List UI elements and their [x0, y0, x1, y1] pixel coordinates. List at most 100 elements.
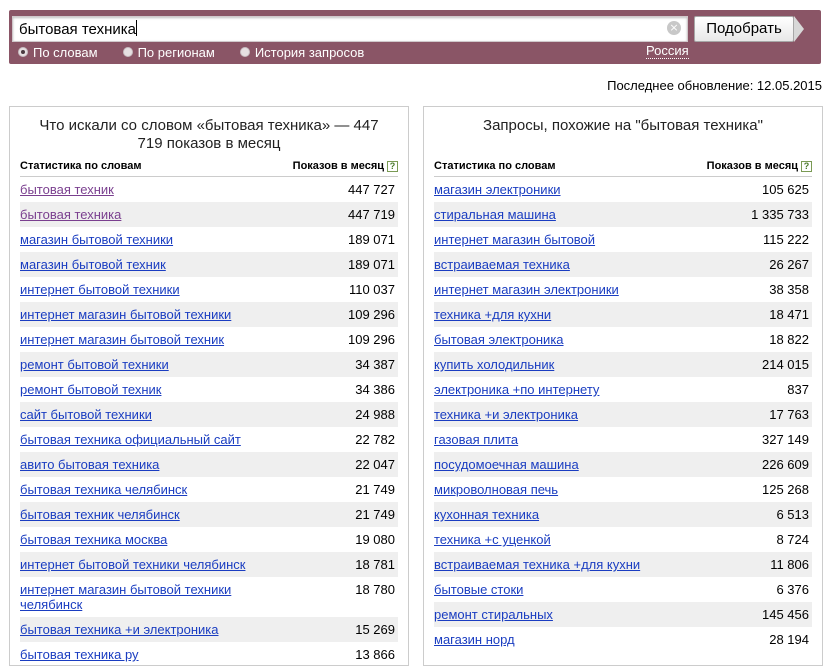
- table-row: магазин норд 28 194: [434, 627, 812, 652]
- table-row: техника +и электроника 17 763: [434, 402, 812, 427]
- phrase-link[interactable]: авито бытовая техника: [20, 457, 270, 472]
- impressions-count: 24 988: [355, 407, 395, 422]
- impressions-count: 189 071: [348, 232, 395, 247]
- submit-button[interactable]: Подобрать: [694, 16, 794, 42]
- phrase-link[interactable]: интернет бытовой техники челябинск: [20, 557, 270, 572]
- phrase-link[interactable]: ремонт стиральных: [434, 607, 684, 622]
- phrase-link[interactable]: интернет магазин электроники: [434, 282, 684, 297]
- radio-label: По регионам: [137, 44, 215, 60]
- table-row: бытовая техника москва 19 080: [20, 527, 398, 552]
- table-row: интернет магазин бытовой техники челябин…: [20, 577, 398, 617]
- impressions-count: 28 194: [769, 632, 809, 647]
- impressions-count: 18 781: [355, 557, 395, 572]
- impressions-count: 15 269: [355, 622, 395, 637]
- phrase-link[interactable]: встраиваемая техника: [434, 257, 684, 272]
- phrase-link[interactable]: микроволновая печь: [434, 482, 684, 497]
- table-row: бытовая техник челябинск 21 749: [20, 502, 398, 527]
- phrase-link[interactable]: посудомоечная машина: [434, 457, 684, 472]
- phrase-link[interactable]: техника +для кухни: [434, 307, 684, 322]
- radio-label: История запросов: [254, 44, 365, 60]
- last-update: Последнее обновление: 12.05.2015: [607, 78, 822, 93]
- radio-label: По словам: [33, 44, 98, 60]
- impressions-count: 109 296: [348, 332, 395, 347]
- table-row: магазин бытовой техник 189 071: [20, 252, 398, 277]
- radio-by-words[interactable]: По словам: [18, 44, 98, 60]
- table-row: бытовая техника 447 719: [20, 202, 398, 227]
- phrase-link[interactable]: бытовая техника официальный сайт: [20, 432, 270, 447]
- phrase-link[interactable]: сайт бытовой техники: [20, 407, 270, 422]
- phrase-link[interactable]: бытовая техник челябинск: [20, 507, 270, 522]
- phrase-link[interactable]: магазин бытовой техник: [20, 257, 270, 272]
- impressions-count: 19 080: [355, 532, 395, 547]
- impressions-count: 145 456: [762, 607, 809, 622]
- phrase-link[interactable]: бытовая техника ру: [20, 647, 270, 662]
- phrase-link[interactable]: купить холодильник: [434, 357, 684, 372]
- impressions-count: 189 071: [348, 257, 395, 272]
- phrase-link[interactable]: магазин бытовой техники: [20, 232, 270, 247]
- phrase-link[interactable]: интернет магазин бытовой: [434, 232, 684, 247]
- radio-by-regions[interactable]: По регионам: [122, 44, 215, 60]
- table-row: встраиваемая техника 26 267: [434, 252, 812, 277]
- table-row: техника +для кухни 18 471: [434, 302, 812, 327]
- phrase-link[interactable]: бытовая техника: [20, 207, 270, 222]
- region-link[interactable]: Россия: [646, 44, 689, 59]
- panel-similar-queries: Запросы, похожие на "бытовая техника" Ст…: [423, 106, 823, 666]
- impressions-count: 6 376: [776, 582, 809, 597]
- impressions-count: 26 267: [769, 257, 809, 272]
- phrase-link[interactable]: бытовая электроника: [434, 332, 684, 347]
- phrase-link[interactable]: магазин электроники: [434, 182, 684, 197]
- radio-query-history[interactable]: История запросов: [239, 44, 365, 60]
- phrase-link[interactable]: стиральная машина: [434, 207, 684, 222]
- search-input[interactable]: бытовая техника: [12, 16, 688, 42]
- impressions-count: 6 513: [776, 507, 809, 522]
- table-row: интернет магазин бытовой техники 109 296: [20, 302, 398, 327]
- radio-icon: [122, 47, 133, 57]
- impressions-count: 18 780: [355, 582, 395, 597]
- phrase-link[interactable]: ремонт бытовой техник: [20, 382, 270, 397]
- impressions-count: 105 625: [762, 182, 809, 197]
- column-phrase: Статистика по словам: [20, 160, 142, 172]
- phrase-link[interactable]: интернет магазин бытовой техник: [20, 332, 270, 347]
- table-row: авито бытовая техника 22 047: [20, 452, 398, 477]
- phrase-link[interactable]: ремонт бытовой техники: [20, 357, 270, 372]
- phrase-link[interactable]: интернет бытовой техники: [20, 282, 270, 297]
- table-row: магазин электроники 105 625: [434, 177, 812, 202]
- impressions-count: 327 149: [762, 432, 809, 447]
- phrase-link[interactable]: бытовые стоки: [434, 582, 684, 597]
- impressions-count: 18 471: [769, 307, 809, 322]
- impressions-count: 447 727: [348, 182, 395, 197]
- phrase-link[interactable]: техника +и электроника: [434, 407, 684, 422]
- table-row: интернет бытовой техники 110 037: [20, 277, 398, 302]
- impressions-count: 447 719: [348, 207, 395, 222]
- table-row: интернет магазин электроники 38 358: [434, 277, 812, 302]
- phrase-link[interactable]: кухонная техника: [434, 507, 684, 522]
- phrase-link[interactable]: интернет магазин бытовой техники челябин…: [20, 582, 270, 612]
- table-row: бытовые стоки 6 376: [434, 577, 812, 602]
- table-row: ремонт бытовой техники 34 387: [20, 352, 398, 377]
- impressions-count: 21 749: [355, 507, 395, 522]
- help-icon[interactable]: ?: [387, 161, 398, 172]
- table-row: купить холодильник 214 015: [434, 352, 812, 377]
- table-row: техника +с уценкой 8 724: [434, 527, 812, 552]
- table-row: сайт бытовой техники 24 988: [20, 402, 398, 427]
- phrase-link[interactable]: магазин норд: [434, 632, 684, 647]
- column-count: Показов в месяц: [292, 160, 384, 172]
- phrase-link[interactable]: техника +с уценкой: [434, 532, 684, 547]
- phrase-link[interactable]: электроника +по интернету: [434, 382, 684, 397]
- impressions-count: 1 335 733: [751, 207, 809, 222]
- impressions-count: 18 822: [769, 332, 809, 347]
- table-row: бытовая электроника 18 822: [434, 327, 812, 352]
- phrase-link[interactable]: бытовая техника +и электроника: [20, 622, 270, 637]
- table-row: встраиваемая техника +для кухни 11 806: [434, 552, 812, 577]
- column-header: Статистика по словам Показов в месяц ?: [434, 160, 812, 177]
- phrase-link[interactable]: встраиваемая техника +для кухни: [434, 557, 684, 572]
- help-icon[interactable]: ?: [801, 161, 812, 172]
- phrase-link[interactable]: бытовая техника москва: [20, 532, 270, 547]
- clear-icon[interactable]: ×: [667, 21, 681, 35]
- phrase-link[interactable]: газовая плита: [434, 432, 684, 447]
- impressions-count: 38 358: [769, 282, 809, 297]
- phrase-link[interactable]: бытовая техник: [20, 182, 270, 197]
- phrase-link[interactable]: бытовая техника челябинск: [20, 482, 270, 497]
- impressions-count: 125 268: [762, 482, 809, 497]
- phrase-link[interactable]: интернет магазин бытовой техники: [20, 307, 270, 322]
